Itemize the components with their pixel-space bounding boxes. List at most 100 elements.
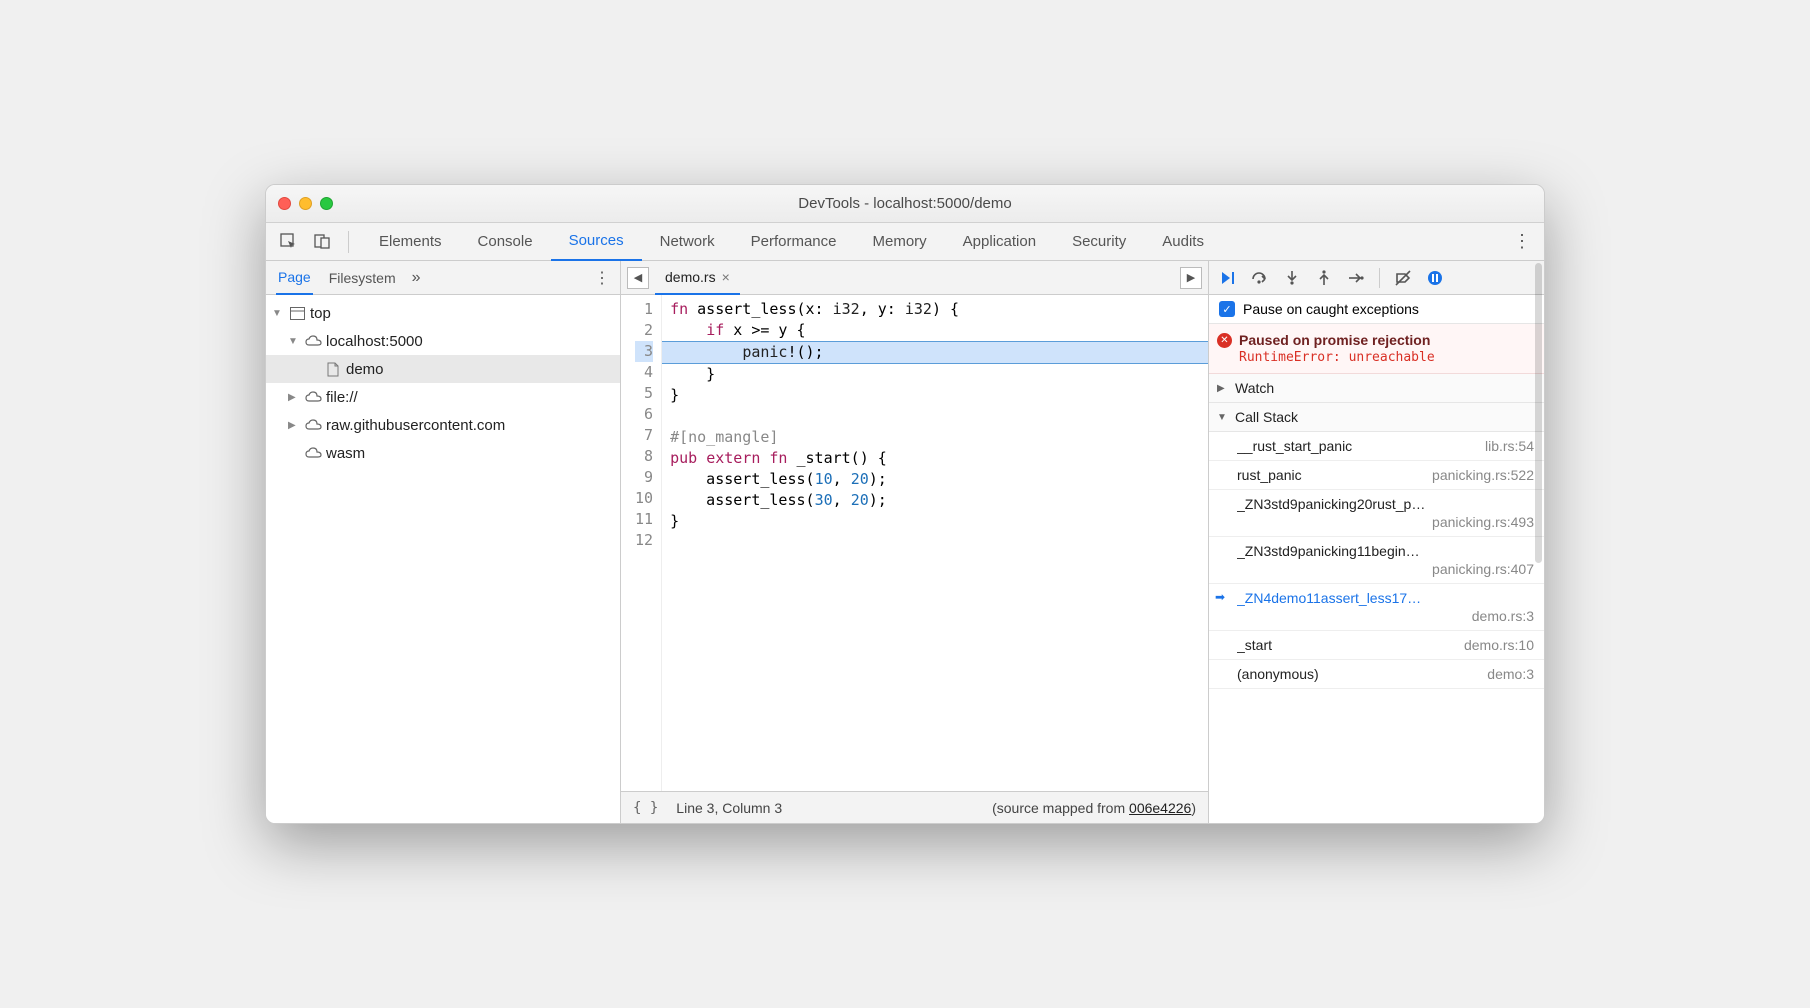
navigator-more-icon[interactable]: » (412, 269, 421, 287)
resume-button[interactable] (1217, 267, 1239, 289)
nav-back-icon[interactable]: ◀ (627, 267, 649, 289)
scrollbar[interactable] (1535, 263, 1542, 563)
step-into-button[interactable] (1281, 267, 1303, 289)
cloud-icon (304, 391, 322, 403)
stack-frame-function: (anonymous) (1237, 666, 1319, 682)
stack-frame[interactable]: _ZN4demo11assert_less17hc8... demo.rs:3 (1209, 584, 1544, 631)
call-stack-list: __rust_start_paniclib.rs:54rust_panicpan… (1209, 432, 1544, 689)
stack-frame-location: demo:3 (1487, 666, 1534, 682)
debugger-sidebar: ✓ Pause on caught exceptions ✕ Paused on… (1209, 261, 1544, 823)
chevron-down-icon: ▼ (288, 336, 300, 347)
source-map-link[interactable]: 006e4226 (1129, 800, 1191, 816)
toolbar-separator (1379, 268, 1380, 288)
code-body[interactable]: fn assert_less(x: i32, y: i32) { if x >=… (662, 295, 1208, 791)
stack-frame-location: demo.rs:3 (1237, 608, 1534, 624)
tree-file-demo[interactable]: demo (266, 355, 620, 383)
stack-frame[interactable]: _startdemo.rs:10 (1209, 631, 1544, 660)
window-icon (288, 307, 306, 320)
debug-body: ✓ Pause on caught exceptions ✕ Paused on… (1209, 295, 1544, 823)
source-mapped-info: (source mapped from 006e4226) (992, 800, 1196, 816)
navigator-tab-filesystem[interactable]: Filesystem (327, 261, 398, 295)
tree-label: localhost:5000 (326, 333, 423, 350)
tab-application[interactable]: Application (945, 223, 1054, 261)
tab-network[interactable]: Network (642, 223, 733, 261)
chevron-right-icon: ▶ (288, 392, 300, 403)
file-tree: ▼ top ▼ localhost:5000 demo ▶ f (266, 295, 620, 823)
tab-audits[interactable]: Audits (1144, 223, 1222, 261)
tree-label: top (310, 305, 331, 322)
callstack-section-header[interactable]: ▼ Call Stack (1209, 403, 1544, 432)
stack-frame[interactable]: __rust_start_paniclib.rs:54 (1209, 432, 1544, 461)
stack-frame[interactable]: rust_panic panicking.rs:522 (1209, 461, 1544, 490)
stack-frame-location: panicking.rs:407 (1237, 561, 1534, 577)
stack-frame-function: _ZN4demo11assert_less17hc8... (1237, 590, 1427, 606)
main-area: Page Filesystem » ⋮ ▼ top ▼ localhost:50… (266, 261, 1544, 823)
tab-console[interactable]: Console (460, 223, 551, 261)
stack-frame-function: _start (1237, 637, 1272, 653)
tab-performance[interactable]: Performance (733, 223, 855, 261)
step-over-button[interactable] (1249, 267, 1271, 289)
code-editor[interactable]: 123456789101112 fn assert_less(x: i32, y… (621, 295, 1208, 791)
cloud-icon (304, 335, 322, 347)
tree-origin-wasm[interactable]: wasm (266, 439, 620, 467)
file-icon (324, 362, 342, 377)
section-title: Watch (1235, 380, 1274, 396)
line-gutter: 123456789101112 (621, 295, 662, 791)
devtools-window: DevTools - localhost:5000/demo Elements … (265, 184, 1545, 824)
file-tab-label: demo.rs (665, 269, 716, 285)
step-button[interactable] (1345, 267, 1367, 289)
watch-section-header[interactable]: ▶ Watch (1209, 374, 1544, 403)
navigator-tab-page[interactable]: Page (276, 261, 313, 295)
cloud-icon (304, 419, 322, 431)
cloud-icon (304, 447, 322, 459)
checkbox-checked-icon[interactable]: ✓ (1219, 301, 1235, 317)
tree-root-top[interactable]: ▼ top (266, 299, 620, 327)
stack-frame[interactable]: _ZN3std9panicking20rust_pani...panicking… (1209, 490, 1544, 537)
more-menu-icon[interactable]: ⋮ (1508, 231, 1536, 252)
chevron-right-icon: ▶ (288, 420, 300, 431)
inspect-element-icon[interactable] (274, 229, 302, 255)
deactivate-breakpoints-button[interactable] (1392, 267, 1414, 289)
stack-frame-location: panicking.rs:493 (1237, 514, 1534, 530)
tab-sources[interactable]: Sources (551, 223, 642, 261)
pause-on-caught-row[interactable]: ✓ Pause on caught exceptions (1209, 295, 1544, 324)
pause-on-exceptions-button[interactable] (1424, 267, 1446, 289)
error-icon: ✕ (1217, 333, 1232, 348)
cursor-position: Line 3, Column 3 (676, 800, 782, 816)
tree-origin-localhost[interactable]: ▼ localhost:5000 (266, 327, 620, 355)
tree-label: demo (346, 361, 384, 378)
tab-memory[interactable]: Memory (855, 223, 945, 261)
tab-elements[interactable]: Elements (361, 223, 460, 261)
nav-forward-icon[interactable]: ▶ (1180, 267, 1202, 289)
stack-frame-function: rust_panic (1237, 467, 1302, 483)
tab-security[interactable]: Security (1054, 223, 1144, 261)
section-title: Call Stack (1235, 409, 1298, 425)
editor-statusbar: { } Line 3, Column 3 (source mapped from… (621, 791, 1208, 823)
pause-title: Paused on promise rejection (1239, 332, 1534, 348)
window-title: DevTools - localhost:5000/demo (266, 195, 1544, 212)
debug-toolbar (1209, 261, 1544, 295)
main-toolbar: Elements Console Sources Network Perform… (266, 223, 1544, 261)
tree-origin-file[interactable]: ▶ file:// (266, 383, 620, 411)
file-tab-demo[interactable]: demo.rs × (655, 261, 740, 295)
step-out-button[interactable] (1313, 267, 1335, 289)
close-tab-icon[interactable]: × (722, 269, 730, 285)
stack-frame[interactable]: _ZN3std9panicking11begin_pa... panicking.… (1209, 537, 1544, 584)
pretty-print-icon[interactable]: { } (633, 800, 658, 816)
device-toggle-icon[interactable] (308, 229, 336, 255)
stack-frame-location: panicking.rs:522 (1432, 467, 1534, 483)
chevron-down-icon: ▼ (1217, 412, 1229, 423)
editor-column: ◀ demo.rs × ▶ 123456789101112 fn assert_… (621, 261, 1209, 823)
pause-option-label: Pause on caught exceptions (1243, 301, 1419, 317)
panel-tabs: Elements Console Sources Network Perform… (361, 223, 1502, 261)
toolbar-separator (348, 231, 349, 253)
tree-label: file:// (326, 389, 358, 406)
stack-frame[interactable]: (anonymous) demo:3 (1209, 660, 1544, 689)
pause-reason-banner: ✕ Paused on promise rejection RuntimeErr… (1209, 324, 1544, 374)
tree-origin-github[interactable]: ▶ raw.githubusercontent.com (266, 411, 620, 439)
stack-frame-location: lib.rs:54 (1485, 438, 1534, 454)
navigator-menu-icon[interactable]: ⋮ (594, 268, 610, 288)
stack-frame-function: _ZN3std9panicking11begin_pa... (1237, 543, 1427, 559)
titlebar: DevTools - localhost:5000/demo (266, 185, 1544, 223)
chevron-right-icon: ▶ (1217, 383, 1229, 394)
